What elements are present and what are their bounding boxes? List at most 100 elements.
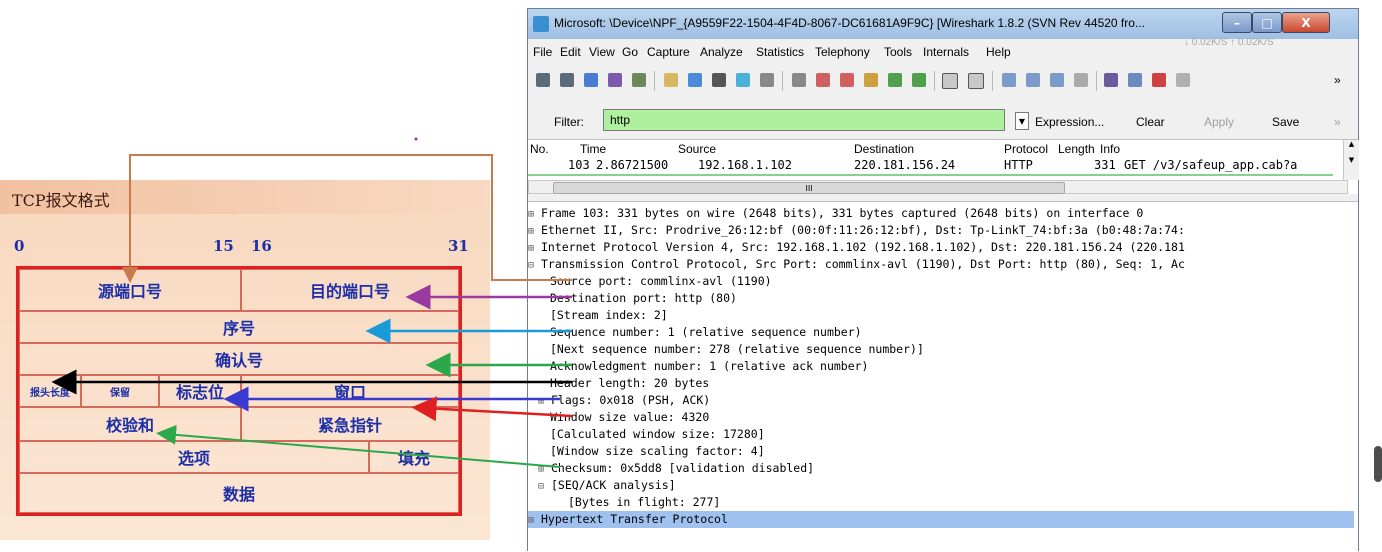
reload-icon[interactable]	[736, 73, 750, 87]
capture-filters-icon[interactable]	[1104, 73, 1118, 87]
field-header-length: 报头长度	[19, 375, 81, 407]
packet-info[interactable]: GET /v3/safeup_app.cab?a	[1124, 158, 1297, 172]
close-file-icon[interactable]	[712, 73, 726, 87]
forward-icon[interactable]	[840, 73, 854, 87]
first-packet-icon[interactable]	[888, 73, 902, 87]
column-header-protocol[interactable]: Protocol	[1004, 142, 1048, 156]
filter-dropdown-chevron-icon[interactable]: ▼	[1015, 112, 1029, 130]
packet-list-horizontal-scrollbar[interactable]: III	[528, 180, 1348, 194]
menu-internals[interactable]: Internals	[923, 45, 969, 59]
normal-size-icon[interactable]	[1050, 73, 1064, 87]
zoom-out-icon[interactable]	[1026, 73, 1040, 87]
back-icon[interactable]	[816, 73, 830, 87]
field-flags: 标志位	[159, 375, 241, 407]
packet-list-vertical-scrollbar[interactable]: ▲ ▼	[1343, 140, 1359, 180]
tcp-header-frame: 源端口号 目的端口号 序号 确认号 报头长度 保留 标志位 窗口 校验和 紧急指…	[16, 266, 462, 516]
options-icon[interactable]	[560, 73, 574, 87]
colorize-icon[interactable]	[942, 73, 958, 89]
wireshark-app-icon	[533, 16, 549, 32]
find-icon[interactable]	[792, 73, 806, 87]
detail-ack-number[interactable]: Acknowledgment number: 1 (relative ack n…	[550, 358, 1376, 375]
wireshark-window: Microsoft: \Device\NPF_{A9559F22-1504-4F…	[527, 8, 1359, 552]
bit-number-16: 16	[251, 237, 272, 255]
detail-source-port[interactable]: Source port: commlinx-avl (1190)	[550, 273, 1376, 290]
detail-stream-index[interactable]: [Stream index: 2]	[550, 307, 1376, 324]
detail-http[interactable]: ⊞ Hypertext Transfer Protocol	[528, 511, 1354, 528]
toolbar-separator	[934, 71, 935, 91]
column-header-info[interactable]: Info	[1100, 142, 1120, 156]
detail-tcp[interactable]: ⊟ Transmission Control Protocol, Src Por…	[528, 256, 1354, 273]
detail-destination-port[interactable]: Destination port: http (80)	[550, 290, 1376, 307]
apply-button[interactable]: Apply	[1204, 115, 1234, 129]
detail-seq-ack-analysis[interactable]: ⊟ [SEQ/ACK analysis]	[538, 477, 1364, 494]
menu-capture[interactable]: Capture	[647, 45, 690, 59]
menu-statistics[interactable]: Statistics	[756, 45, 804, 59]
field-destination-port: 目的端口号	[241, 269, 459, 311]
open-icon[interactable]	[664, 73, 678, 87]
column-header-no[interactable]: No.	[530, 142, 549, 156]
column-header-destination[interactable]: Destination	[854, 142, 914, 156]
column-header-source[interactable]: Source	[678, 142, 716, 156]
expression-button[interactable]: Expression...	[1035, 115, 1104, 129]
menu-go[interactable]: Go	[622, 45, 638, 59]
packet-length[interactable]: 331	[1094, 158, 1116, 172]
window-title: Microsoft: \Device\NPF_{A9559F22-1504-4F…	[554, 16, 1145, 30]
detail-calculated-window[interactable]: [Calculated window size: 17280]	[550, 426, 1376, 443]
menu-file[interactable]: File	[533, 45, 552, 59]
clear-button[interactable]: Clear	[1136, 115, 1165, 129]
title-bar[interactable]: Microsoft: \Device\NPF_{A9559F22-1504-4F…	[528, 9, 1358, 39]
coloring-rules-icon[interactable]	[1152, 73, 1166, 87]
detail-window-scaling[interactable]: [Window size scaling factor: 4]	[550, 443, 1376, 460]
packet-source[interactable]: 192.168.1.102	[698, 158, 792, 172]
field-padding: 填充	[369, 441, 459, 473]
field-reserved: 保留	[81, 375, 159, 407]
restart-capture-icon[interactable]	[632, 73, 646, 87]
packet-destination[interactable]: 220.181.156.24	[854, 158, 955, 172]
detail-bytes-in-flight[interactable]: [Bytes in flight: 277]	[568, 494, 1382, 511]
scroll-thumb[interactable]: III	[553, 182, 1065, 194]
detail-next-sequence[interactable]: [Next sequence number: 278 (relative seq…	[550, 341, 1376, 358]
go-to-packet-icon[interactable]	[864, 73, 878, 87]
menu-help[interactable]: Help	[986, 45, 1011, 59]
close-button[interactable]: X	[1282, 12, 1330, 33]
field-sequence-number: 序号	[19, 311, 459, 343]
print-icon[interactable]	[760, 73, 774, 87]
preferences-icon[interactable]	[1176, 73, 1190, 87]
save-icon[interactable]	[688, 73, 702, 87]
last-packet-icon[interactable]	[912, 73, 926, 87]
detail-checksum[interactable]: ⊞ Checksum: 0x5dd8 [validation disabled]	[538, 460, 1364, 477]
menu-view[interactable]: View	[589, 45, 615, 59]
detail-header-length[interactable]: Header length: 20 bytes	[550, 375, 1376, 392]
auto-scroll-icon[interactable]	[968, 73, 984, 89]
detail-frame[interactable]: ⊞ Frame 103: 331 bytes on wire (2648 bit…	[528, 205, 1354, 222]
column-header-length[interactable]: Length	[1058, 142, 1095, 156]
detail-flags[interactable]: ⊞ Flags: 0x018 (PSH, ACK)	[538, 392, 1364, 409]
filter-label: Filter:	[554, 115, 584, 129]
display-filters-icon[interactable]	[1128, 73, 1142, 87]
detail-ipv4[interactable]: ⊞ Internet Protocol Version 4, Src: 192.…	[528, 239, 1354, 256]
zoom-in-icon[interactable]	[1002, 73, 1016, 87]
detail-window-size[interactable]: Window size value: 4320	[550, 409, 1376, 426]
toolbar-separator	[1096, 71, 1097, 91]
menu-analyze[interactable]: Analyze	[700, 45, 743, 59]
maximize-button[interactable]: □	[1252, 12, 1282, 33]
minimize-button[interactable]: –	[1222, 12, 1252, 33]
filter-input[interactable]: http	[603, 109, 1005, 131]
filter-more-icon[interactable]: »	[1334, 115, 1341, 129]
menu-tools[interactable]: Tools	[884, 45, 912, 59]
detail-ethernet[interactable]: ⊞ Ethernet II, Src: Prodrive_26:12:bf (0…	[528, 222, 1354, 239]
toolbar-more-icon[interactable]: »	[1334, 73, 1341, 87]
save-filter-button[interactable]: Save	[1272, 115, 1299, 129]
column-header-time[interactable]: Time	[580, 142, 606, 156]
stop-capture-icon[interactable]	[608, 73, 622, 87]
menu-edit[interactable]: Edit	[560, 45, 581, 59]
packet-time[interactable]: 2.86721500	[596, 158, 668, 172]
start-capture-icon[interactable]	[584, 73, 598, 87]
tcp-diagram-title: TCP报文格式	[12, 191, 110, 210]
packet-no[interactable]: 103	[568, 158, 590, 172]
packet-protocol[interactable]: HTTP	[1004, 158, 1033, 172]
detail-sequence-number[interactable]: Sequence number: 1 (relative sequence nu…	[550, 324, 1376, 341]
resize-columns-icon[interactable]	[1074, 73, 1088, 87]
interfaces-icon[interactable]	[536, 73, 550, 87]
menu-telephony[interactable]: Telephony	[815, 45, 870, 59]
